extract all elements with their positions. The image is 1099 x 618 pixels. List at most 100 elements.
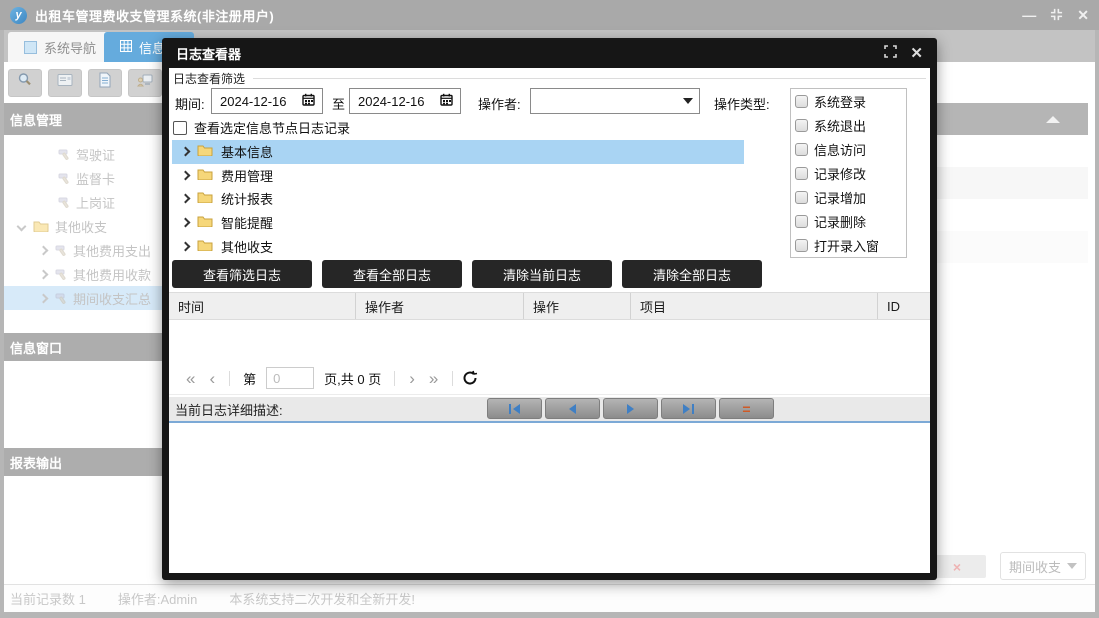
view-all-logs-button[interactable]: 查看全部日志 [322, 260, 462, 288]
tree-item-label: 其他收支 [221, 239, 274, 255]
checkbox-icon[interactable] [795, 142, 808, 156]
sidebar-item-work-permit[interactable]: 上岗证 [0, 190, 162, 214]
chevron-right-icon [180, 146, 191, 157]
operator-label: 操作者: [478, 97, 521, 112]
column-header-operation[interactable]: 操作 [523, 293, 630, 319]
view-node-log-checkbox[interactable]: 查看选定信息节点日志记录 [173, 118, 350, 137]
checkbox-icon[interactable] [795, 190, 808, 204]
nav-minus-button[interactable]: = [719, 398, 774, 419]
sidebar-item-label: 其他费用收款 [73, 267, 152, 283]
document-button[interactable] [88, 68, 122, 97]
nav-next-button[interactable] [603, 398, 658, 419]
prev-page-button[interactable]: ‹ [202, 370, 222, 387]
first-page-button[interactable]: « [179, 370, 202, 387]
window-border [1095, 30, 1099, 612]
search-button[interactable] [8, 68, 42, 97]
tab-system-navigation[interactable]: 系统导航 [8, 32, 113, 62]
checkbox-icon[interactable] [795, 94, 808, 108]
sidebar-item-supervision-card[interactable]: 监督卡 [0, 166, 162, 190]
window-icon [24, 40, 37, 54]
date-from-input[interactable] [220, 93, 302, 109]
user-log-button[interactable] [128, 68, 162, 97]
section-title: 信息管理 [10, 112, 63, 128]
operation-type-label: 操作类型: [714, 97, 770, 112]
user-computer-icon [137, 73, 153, 93]
clear-current-logs-button[interactable]: 清除当前日志 [472, 260, 612, 288]
sidebar-section-info-management[interactable]: 信息管理 [0, 103, 162, 135]
column-header-id[interactable]: ID [877, 293, 930, 319]
dialog-close-button[interactable]: ✕ [910, 46, 923, 61]
sidebar-item-label: 其他收支 [55, 219, 108, 235]
last-record-icon [692, 403, 694, 414]
checkbox-icon[interactable] [795, 238, 808, 252]
checkbox-icon[interactable] [795, 118, 808, 132]
folder-icon [33, 220, 49, 232]
sidebar-item-label: 上岗证 [76, 195, 116, 211]
search-icon [17, 72, 33, 93]
optype-info-access[interactable]: 信息访问 [791, 137, 906, 161]
tree-item-other-income-expense[interactable]: 其他收支 [172, 234, 744, 258]
tree-item-basic-info[interactable]: 基本信息 [172, 140, 744, 164]
calendar-icon[interactable] [440, 93, 453, 109]
optype-system-login[interactable]: 系统登录 [791, 89, 906, 113]
dialog-content: 日志查看筛选 期间: 至 操作者: [169, 68, 930, 573]
last-page-button[interactable]: » [422, 370, 445, 387]
sidebar-item-other-expense-in[interactable]: 其他费用收款 [0, 262, 162, 286]
checkbox-label: 记录增加 [814, 190, 867, 206]
column-header-time[interactable]: 时间 [169, 293, 355, 319]
period-dropdown[interactable]: 期间收支 [1000, 552, 1086, 580]
optype-record-delete[interactable]: 记录删除 [791, 209, 906, 233]
sidebar-section-info-window[interactable]: 信息窗口 [0, 333, 162, 361]
checkbox-icon[interactable] [795, 214, 808, 228]
column-header-project[interactable]: 项目 [630, 293, 877, 319]
sidebar-item-other-expense-out[interactable]: 其他费用支出 [0, 238, 162, 262]
window-controls: — ✕ [1022, 8, 1089, 23]
date-to-input[interactable] [358, 93, 440, 109]
refresh-icon[interactable] [462, 370, 478, 386]
sidebar-section-report-output[interactable]: 报表输出 [0, 448, 162, 476]
close-button[interactable]: ✕ [1077, 8, 1089, 22]
minimize-button[interactable]: — [1022, 8, 1036, 22]
detail-textarea[interactable] [169, 423, 930, 573]
sidebar-item-label: 其他费用支出 [73, 243, 152, 259]
checkbox-icon[interactable] [795, 166, 808, 180]
dialog-titlebar[interactable]: 日志查看器 ✕ [162, 38, 937, 68]
tree-item-statistics-report[interactable]: 统计报表 [172, 187, 744, 211]
operator-combobox[interactable] [530, 88, 700, 114]
restore-icon[interactable] [1050, 8, 1063, 23]
divider [394, 370, 396, 386]
period-dropdown-value: 期间收支 [1009, 559, 1062, 575]
clear-all-logs-button[interactable]: 清除全部日志 [622, 260, 762, 288]
divider [229, 370, 231, 386]
section-title: 报表输出 [10, 455, 63, 471]
card-view-button[interactable] [48, 68, 82, 97]
triangle-left-icon [569, 403, 576, 414]
calendar-icon[interactable] [302, 93, 315, 109]
checkbox-icon[interactable] [173, 120, 187, 135]
chevron-right-icon [38, 293, 49, 303]
chevron-down-icon [683, 98, 693, 104]
dialog-actions: 查看筛选日志 查看全部日志 清除当前日志 清除全部日志 [172, 260, 930, 288]
sidebar-item-period-summary[interactable]: 期间收支汇总 [0, 286, 162, 310]
optype-record-add[interactable]: 记录增加 [791, 185, 906, 209]
record-navigator: = [487, 398, 774, 419]
maximize-icon[interactable] [884, 45, 898, 61]
collapse-arrow-icon[interactable] [1046, 116, 1060, 123]
next-page-button[interactable]: › [402, 370, 422, 387]
sidebar-item-driver-license[interactable]: 驾驶证 [0, 142, 162, 166]
column-header-operator[interactable]: 操作者 [355, 293, 523, 319]
nav-prev-button[interactable] [545, 398, 600, 419]
optype-record-modify[interactable]: 记录修改 [791, 161, 906, 185]
tree-item-fee-management[interactable]: 费用管理 [172, 164, 744, 188]
sidebar-item-other-income-expense[interactable]: 其他收支 [0, 214, 162, 238]
date-to-field[interactable] [349, 88, 461, 114]
optype-system-logout[interactable]: 系统退出 [791, 113, 906, 137]
date-from-field[interactable] [211, 88, 323, 114]
nav-first-button[interactable] [487, 398, 542, 419]
tree-item-smart-reminder[interactable]: 智能提醒 [172, 211, 744, 235]
view-filtered-logs-button[interactable]: 查看筛选日志 [172, 260, 312, 288]
optype-open-entry-window[interactable]: 打开录入窗 [791, 233, 906, 257]
nav-last-button[interactable] [661, 398, 716, 419]
page-number-input[interactable] [266, 367, 315, 389]
chevron-right-icon [180, 194, 191, 204]
